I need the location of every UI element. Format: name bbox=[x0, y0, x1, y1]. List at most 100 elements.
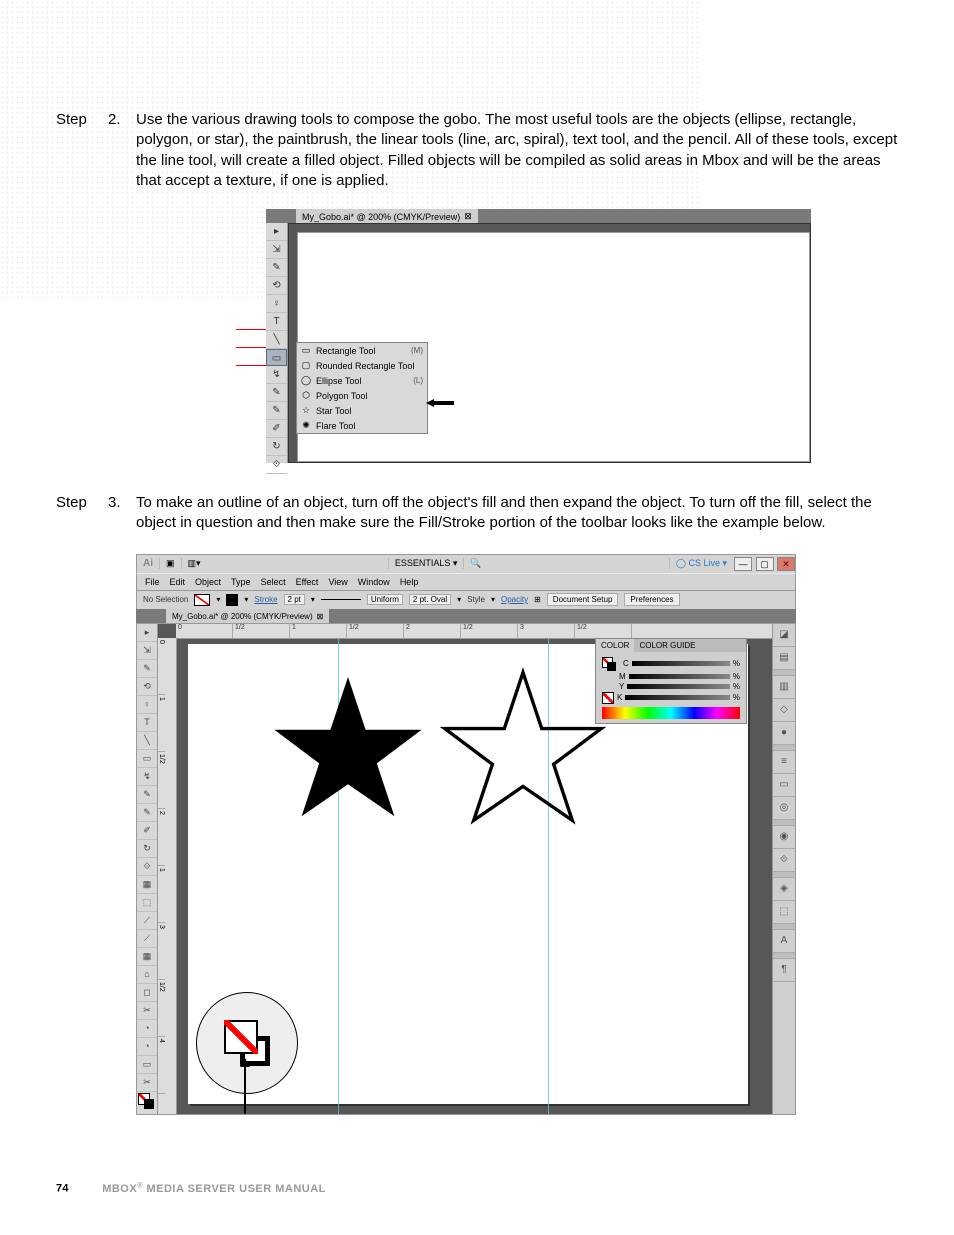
paintbrush-tool-icon[interactable]: ↯ bbox=[266, 366, 287, 384]
blob-brush-tool-icon[interactable]: ✎ bbox=[266, 402, 287, 420]
width-tool-icon[interactable]: ▦ bbox=[137, 876, 157, 894]
close-tab-icon[interactable]: ⊠ bbox=[317, 612, 324, 621]
stroke-swatch-icon[interactable] bbox=[226, 594, 238, 606]
menu-effect[interactable]: Effect bbox=[296, 577, 319, 587]
pencil-tool-icon[interactable]: ✎ bbox=[137, 786, 157, 804]
c-slider[interactable] bbox=[632, 661, 730, 666]
color-panel[interactable]: COLOR COLOR GUIDE C% M% Y% K% bbox=[595, 638, 747, 724]
direct-selection-tool-icon[interactable]: ⇲ bbox=[137, 642, 157, 660]
none-swatch-icon[interactable] bbox=[602, 692, 614, 704]
rotate-tool-icon[interactable]: ↻ bbox=[137, 840, 157, 858]
perspective-tool-icon[interactable]: ⟋ bbox=[137, 930, 157, 948]
close-tab-icon[interactable]: ⊠ bbox=[464, 211, 472, 222]
dock-align-icon[interactable]: ◈ bbox=[773, 878, 795, 901]
fill-swatch-icon[interactable] bbox=[194, 594, 210, 606]
gradient-tool-icon[interactable]: ⌂ bbox=[137, 966, 157, 984]
m-slider[interactable] bbox=[629, 674, 730, 679]
menu-select[interactable]: Select bbox=[261, 577, 286, 587]
pen-tool-icon[interactable]: ♀ bbox=[266, 295, 287, 313]
magic-wand-tool-icon[interactable]: ✎ bbox=[266, 259, 287, 277]
dock-gradient-icon[interactable]: ≡ bbox=[773, 751, 795, 774]
rotate-tool-icon[interactable]: ↻ bbox=[266, 438, 287, 456]
flyout-rectangle-tool[interactable]: ▭ Rectangle Tool (M) bbox=[297, 343, 427, 358]
scale-tool-icon[interactable]: ⟐ bbox=[137, 858, 157, 876]
bridge-icon[interactable]: ▣ bbox=[159, 558, 181, 569]
menu-help[interactable]: Help bbox=[400, 577, 419, 587]
selection-tool-icon[interactable]: ▸ bbox=[137, 624, 157, 642]
direct-selection-tool-icon[interactable]: ⇲ bbox=[266, 241, 287, 259]
stroke-link[interactable]: Stroke bbox=[254, 595, 277, 604]
cslive-button[interactable]: ◯ CS Live ▾ bbox=[669, 558, 733, 569]
dock-layers-icon[interactable]: ⟐ bbox=[773, 849, 795, 872]
dock-swatches-icon[interactable]: ▤ bbox=[773, 647, 795, 670]
type-tool-icon[interactable]: T bbox=[137, 714, 157, 732]
fill-stroke-swatch[interactable] bbox=[137, 1092, 157, 1112]
line-tool-icon[interactable]: ╲ bbox=[266, 331, 287, 349]
document-tab[interactable]: My_Gobo.ai* @ 200% (CMYK/Preview) ⊠ bbox=[296, 209, 478, 223]
type-tool-icon[interactable]: T bbox=[266, 313, 287, 331]
color-tab[interactable]: COLOR bbox=[596, 639, 634, 652]
preferences-button[interactable]: Preferences bbox=[624, 593, 679, 606]
align-icon[interactable]: ⊞ bbox=[534, 595, 541, 604]
menu-view[interactable]: View bbox=[328, 577, 347, 587]
brush-dropdown[interactable]: 2 pt. Oval bbox=[409, 594, 451, 605]
free-transform-tool-icon[interactable]: ⬚ bbox=[137, 894, 157, 912]
lasso-tool-icon[interactable]: ⟲ bbox=[137, 678, 157, 696]
dock-transparency-icon[interactable]: ▭ bbox=[773, 774, 795, 797]
pencil-tool-icon[interactable]: ✎ bbox=[266, 384, 287, 402]
stroke-weight-field[interactable]: 2 pt bbox=[284, 594, 305, 605]
eraser-tool-icon[interactable]: ✐ bbox=[137, 822, 157, 840]
dock-appearance-icon[interactable]: ◎ bbox=[773, 797, 795, 820]
graph-tool-icon[interactable]: ◔ bbox=[137, 1038, 157, 1056]
dock-character-icon[interactable]: A bbox=[773, 930, 795, 953]
k-slider[interactable] bbox=[625, 695, 730, 700]
blob-brush-tool-icon[interactable]: ✎ bbox=[137, 804, 157, 822]
menu-file[interactable]: File bbox=[145, 577, 160, 587]
line-tool-icon[interactable]: ╲ bbox=[137, 732, 157, 750]
blend-tool-icon[interactable]: ✂ bbox=[137, 1002, 157, 1020]
rectangle-tool-icon[interactable]: ▭ bbox=[137, 750, 157, 768]
flyout-star-tool[interactable]: ☆ Star Tool bbox=[297, 403, 427, 418]
close-button[interactable]: ✕ bbox=[777, 557, 795, 571]
menu-window[interactable]: Window bbox=[358, 577, 390, 587]
eraser-tool-icon[interactable]: ✐ bbox=[266, 420, 287, 438]
mesh-tool-icon[interactable]: ▦ bbox=[137, 948, 157, 966]
minimize-button[interactable]: — bbox=[734, 557, 752, 571]
dock-paragraph-icon[interactable]: ¶ bbox=[773, 959, 795, 982]
flyout-flare-tool[interactable]: ✺ Flare Tool bbox=[297, 418, 427, 433]
dock-color-icon[interactable]: ◪ bbox=[773, 624, 795, 647]
slice-tool-icon[interactable]: ✂ bbox=[137, 1074, 157, 1092]
panel-fill-stroke-icon[interactable] bbox=[602, 657, 616, 671]
search-icon[interactable]: 🔍 bbox=[463, 558, 487, 569]
document-setup-button[interactable]: Document Setup bbox=[547, 593, 619, 606]
dock-brushes-icon[interactable]: ▥ bbox=[773, 676, 795, 699]
magic-wand-tool-icon[interactable]: ✎ bbox=[137, 660, 157, 678]
dock-symbols-icon[interactable]: ◇ bbox=[773, 699, 795, 722]
selection-tool-icon[interactable]: ▸ bbox=[266, 223, 287, 241]
y-slider[interactable] bbox=[627, 684, 730, 689]
shape-builder-tool-icon[interactable]: ⟋ bbox=[137, 912, 157, 930]
maximize-button[interactable]: ▢ bbox=[756, 557, 774, 571]
symbol-sprayer-tool-icon[interactable]: ◔ bbox=[137, 1020, 157, 1038]
menu-object[interactable]: Object bbox=[195, 577, 221, 587]
paintbrush-tool-icon[interactable]: ↯ bbox=[137, 768, 157, 786]
opacity-link[interactable]: Opacity bbox=[501, 595, 528, 604]
arrange-icon[interactable]: ▥▾ bbox=[181, 558, 207, 569]
artboard-tool-icon[interactable]: ▭ bbox=[137, 1056, 157, 1074]
color-spectrum[interactable] bbox=[602, 707, 740, 719]
menu-edit[interactable]: Edit bbox=[170, 577, 186, 587]
dock-stroke-icon[interactable]: ● bbox=[773, 722, 795, 745]
dock-transform-icon[interactable]: ⬚ bbox=[773, 901, 795, 924]
menu-type[interactable]: Type bbox=[231, 577, 251, 587]
pen-tool-icon[interactable]: ♀ bbox=[137, 696, 157, 714]
document-tab[interactable]: My_Gobo.ai* @ 200% (CMYK/Preview) ⊠ bbox=[166, 609, 329, 623]
flyout-polygon-tool[interactable]: ⬡ Polygon Tool bbox=[297, 388, 427, 403]
flyout-rounded-rectangle-tool[interactable]: ▢ Rounded Rectangle Tool bbox=[297, 358, 427, 373]
dock-graphic-styles-icon[interactable]: ◉ bbox=[773, 826, 795, 849]
rectangle-tool-icon[interactable]: ▭ bbox=[266, 349, 287, 366]
workspace-switcher[interactable]: ESSENTIALS ▾ bbox=[388, 558, 464, 569]
flyout-ellipse-tool[interactable]: ◯ Ellipse Tool (L) bbox=[297, 373, 427, 388]
lasso-tool-icon[interactable]: ⟲ bbox=[266, 277, 287, 295]
scale-tool-icon[interactable]: ⟐ bbox=[266, 456, 287, 474]
eyedropper-tool-icon[interactable]: ◻ bbox=[137, 984, 157, 1002]
